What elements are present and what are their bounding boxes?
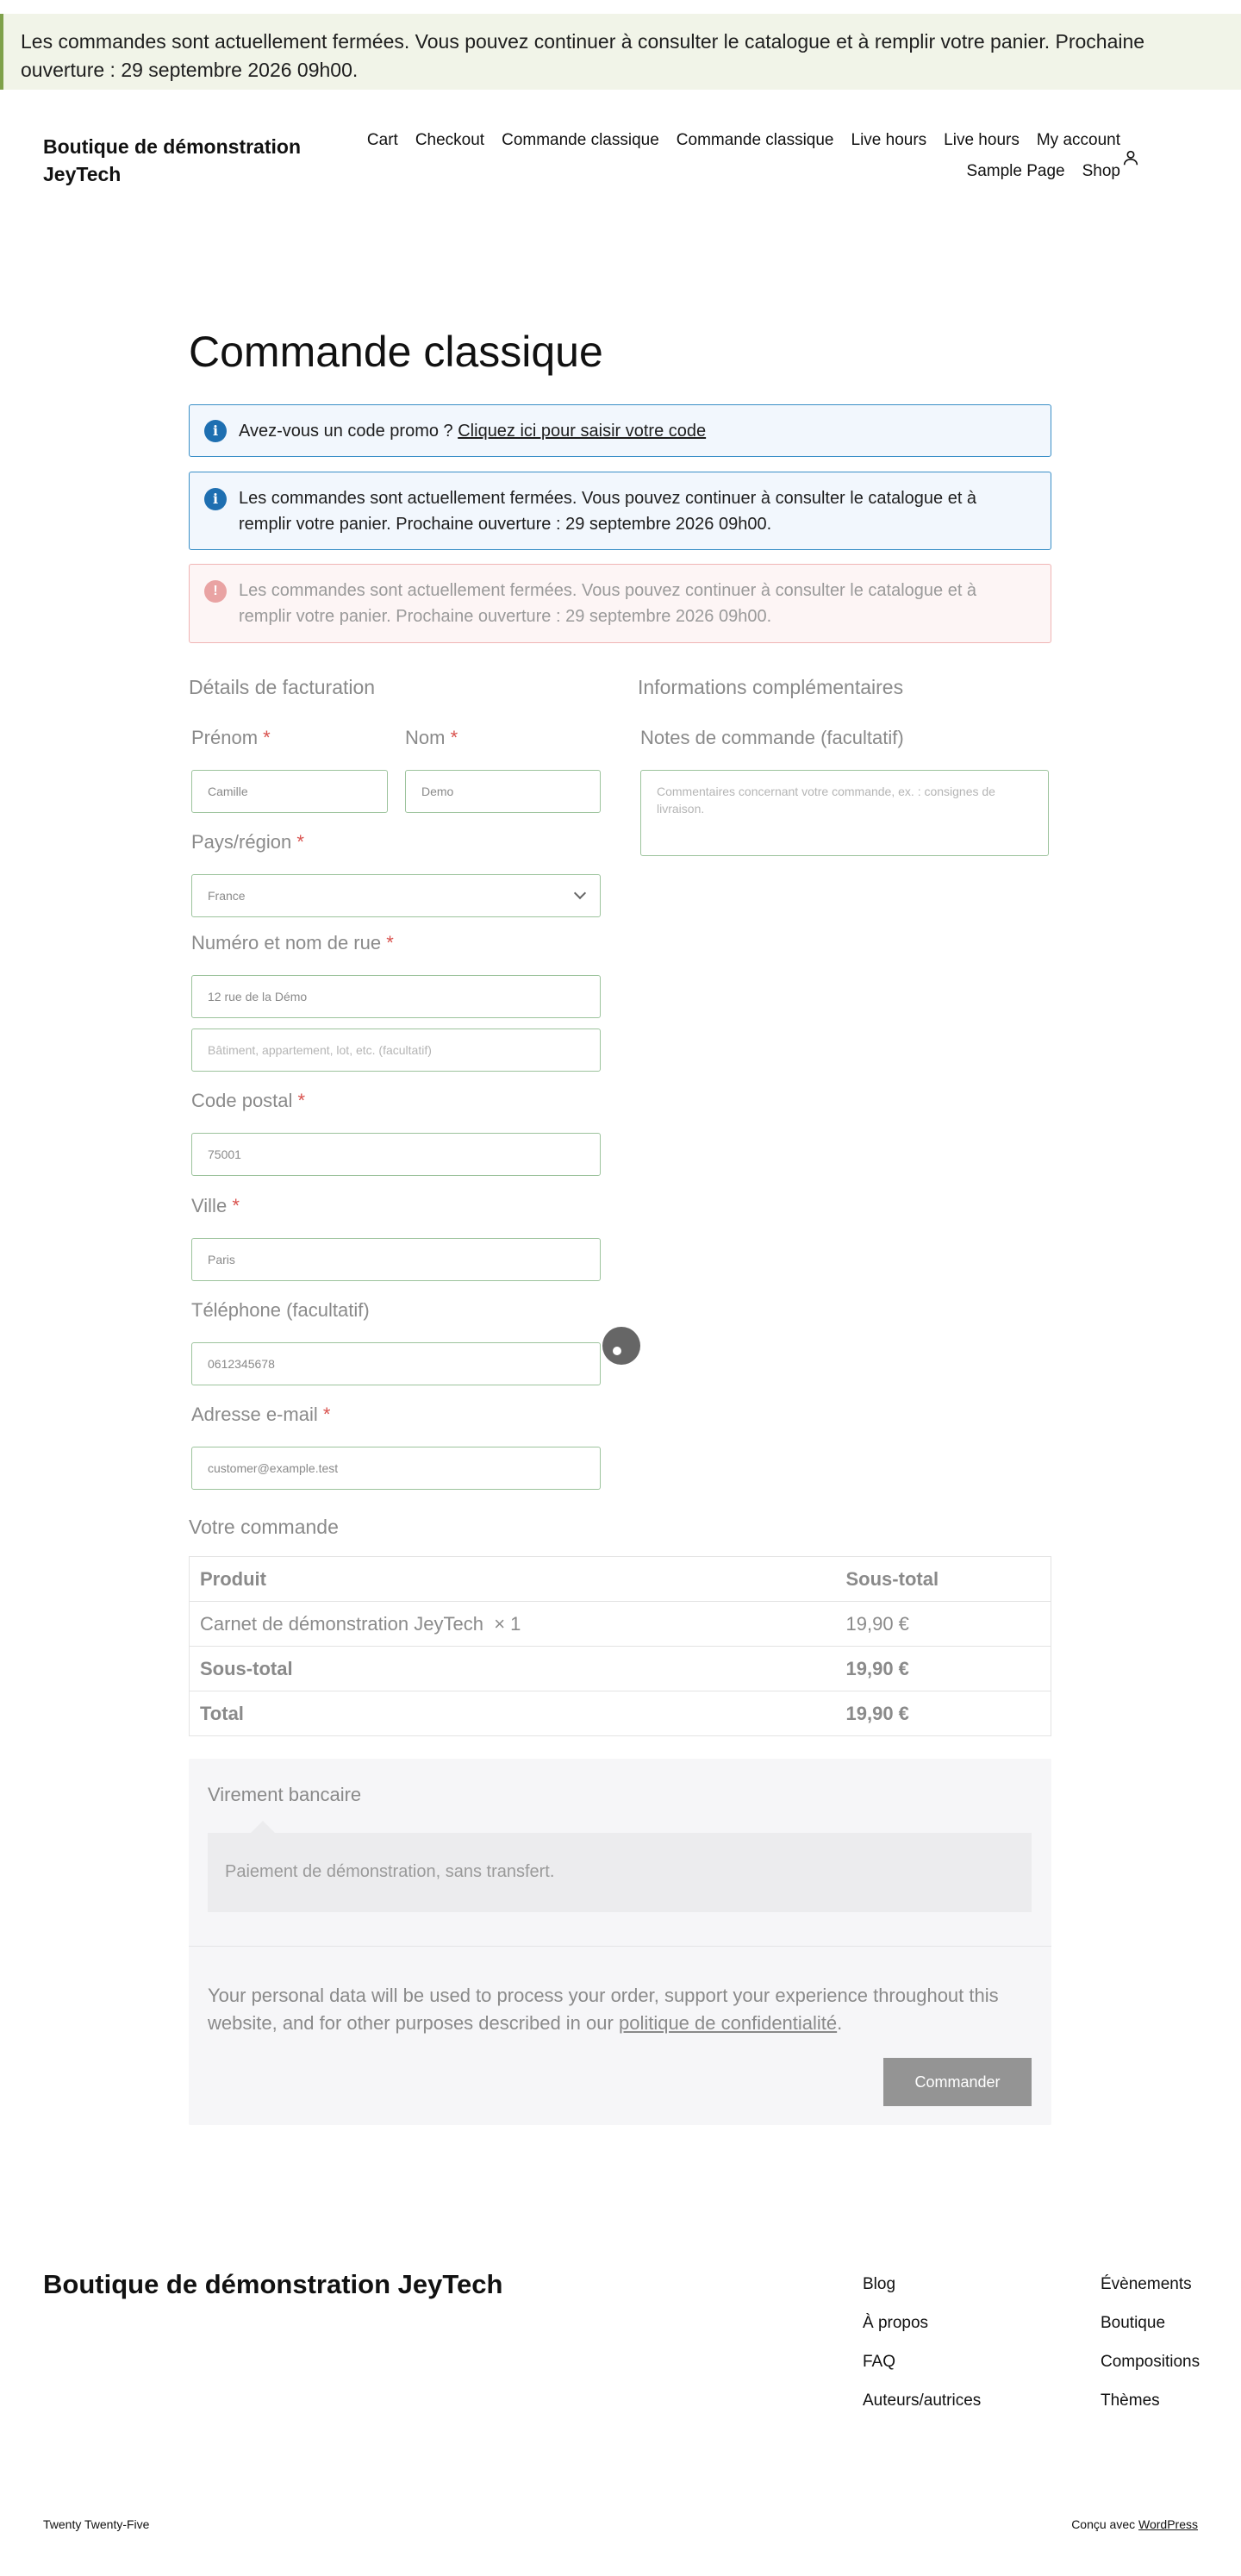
footer-link-themes[interactable]: Thèmes: [1101, 2381, 1200, 2420]
country-value: France: [208, 889, 246, 903]
divider: [189, 1946, 1051, 1947]
subtotal-row: Sous-total 19,90 €: [189, 1646, 1051, 1691]
subtotal-label: Sous-total: [189, 1646, 836, 1691]
error-notice-text: Les commandes sont actuellement fermées.…: [239, 581, 977, 626]
phone-label: Téléphone (facultatif): [191, 1299, 370, 1321]
last-name-input[interactable]: Demo: [405, 770, 601, 813]
alert-icon: !: [204, 580, 227, 603]
footer-nav-col-1: Blog À propos FAQ Auteurs/autrices: [863, 2265, 981, 2420]
order-review-title: Votre commande: [189, 1516, 339, 1538]
wordpress-link[interactable]: WordPress: [1138, 2517, 1198, 2531]
footer-link-blog[interactable]: Blog: [863, 2265, 981, 2304]
privacy-policy-link[interactable]: politique de confidentialité: [619, 2012, 837, 2034]
first-name-label: Prénom *: [191, 727, 271, 748]
col-subtotal: Sous-total: [835, 1556, 1051, 1602]
nav-item-sample-page[interactable]: Sample Page: [967, 159, 1065, 184]
floating-handle[interactable]: [602, 1327, 640, 1365]
info-icon: i: [204, 420, 227, 442]
nav-item-cart[interactable]: Cart: [367, 128, 398, 153]
info-notice-text: Les commandes sont actuellement fermées.…: [239, 489, 977, 534]
nav-item-live-hours-2[interactable]: Live hours: [944, 128, 1020, 153]
order-notes-label: Notes de commande (facultatif): [640, 727, 904, 748]
table-header-row: Produit Sous-total: [189, 1556, 1051, 1602]
payment-section: Virement bancaire Paiement de démonstrat…: [189, 1759, 1051, 2125]
footer-link-authors[interactable]: Auteurs/autrices: [863, 2381, 981, 2420]
first-name-input[interactable]: Camille: [191, 770, 388, 813]
footer-link-shop[interactable]: Boutique: [1101, 2304, 1200, 2342]
nav-item-commande-classique[interactable]: Commande classique: [502, 128, 659, 153]
place-order-button[interactable]: Commander: [883, 2058, 1032, 2106]
city-label: Ville *: [191, 1195, 240, 1216]
table-row: Carnet de démonstration JeyTech × 1 19,9…: [189, 1601, 1051, 1647]
nav-item-commande-classique-2[interactable]: Commande classique: [677, 128, 834, 153]
email-input[interactable]: customer@example.test: [191, 1447, 601, 1490]
email-label: Adresse e-mail *: [191, 1404, 331, 1425]
cart-item-name: Carnet de démonstration JeyTech: [200, 1612, 483, 1635]
chevron-down-icon: [573, 886, 587, 900]
info-icon: i: [204, 488, 227, 510]
footer-link-patterns[interactable]: Compositions: [1101, 2342, 1200, 2381]
nav-item-my-account[interactable]: My account: [1037, 128, 1120, 153]
footer-link-faq[interactable]: FAQ: [863, 2342, 981, 2381]
nav-item-checkout[interactable]: Checkout: [415, 128, 484, 153]
postcode-label: Code postal *: [191, 1090, 306, 1111]
total-row: Total 19,90 €: [189, 1691, 1051, 1736]
privacy-policy-text: Your personal data will be used to proce…: [208, 1985, 999, 2034]
footer-site-title[interactable]: Boutique de démonstration JeyTech: [43, 2267, 502, 2302]
nav-item-live-hours[interactable]: Live hours: [851, 128, 927, 153]
info-notice: i Les commandes sont actuellement fermée…: [189, 472, 1051, 550]
payment-method-label[interactable]: Virement bancaire: [208, 1782, 361, 1808]
additional-info-title: Informations complémentaires: [638, 676, 904, 698]
user-icon[interactable]: [1121, 148, 1140, 167]
total-value: 19,90 €: [835, 1691, 1051, 1736]
error-notice: ! Les commandes sont actuellement fermée…: [189, 564, 1051, 643]
street-label: Numéro et nom de rue *: [191, 932, 394, 953]
street-input[interactable]: 12 rue de la Démo: [191, 975, 601, 1018]
col-product: Produit: [189, 1556, 836, 1602]
footer-nav-col-2: Évènements Boutique Compositions Thèmes: [1101, 2265, 1200, 2420]
footer-link-events[interactable]: Évènements: [1101, 2265, 1200, 2304]
promo-code-link[interactable]: Cliquez ici pour saisir votre code: [458, 422, 706, 441]
order-notes-textarea[interactable]: Commentaires concernant votre commande, …: [640, 770, 1049, 856]
billing-title: Détails de facturation: [189, 676, 376, 698]
cart-item-cell: Carnet de démonstration JeyTech × 1: [189, 1601, 836, 1647]
country-select[interactable]: France: [191, 874, 601, 917]
country-label: Pays/région *: [191, 831, 304, 853]
footer-link-about[interactable]: À propos: [863, 2304, 981, 2342]
last-name-label: Nom *: [405, 727, 458, 748]
main-navigation: Cart Checkout Commande classique Command…: [362, 128, 1120, 184]
store-notice: Les commandes sont actuellement fermées.…: [0, 14, 1241, 90]
theme-credit: Twenty Twenty-Five: [43, 2517, 150, 2531]
cart-item-price: 19,90 €: [835, 1601, 1051, 1647]
subtotal-value: 19,90 €: [835, 1646, 1051, 1691]
promo-text: Avez-vous un code promo ?: [239, 422, 453, 441]
wordpress-credit: Conçu avec WordPress: [1071, 2517, 1198, 2531]
total-label: Total: [189, 1691, 836, 1736]
payment-method-description: Paiement de démonstration, sans transfer…: [208, 1821, 1032, 1912]
phone-input[interactable]: 0612345678: [191, 1342, 601, 1385]
nav-item-shop[interactable]: Shop: [1082, 159, 1120, 184]
street-line2-input[interactable]: Bâtiment, appartement, lot, etc. (facult…: [191, 1029, 601, 1072]
city-input[interactable]: Paris: [191, 1238, 601, 1281]
page-title: Commande classique: [189, 328, 603, 376]
promo-notice: i Avez-vous un code promo ? Cliquez ici …: [189, 404, 1051, 457]
cart-item-qty: × 1: [494, 1612, 521, 1635]
site-title[interactable]: Boutique de démonstration JeyTech: [43, 133, 302, 188]
postcode-input[interactable]: 75001: [191, 1133, 601, 1176]
order-review-table: Produit Sous-total Carnet de démonstrati…: [189, 1556, 1051, 1736]
